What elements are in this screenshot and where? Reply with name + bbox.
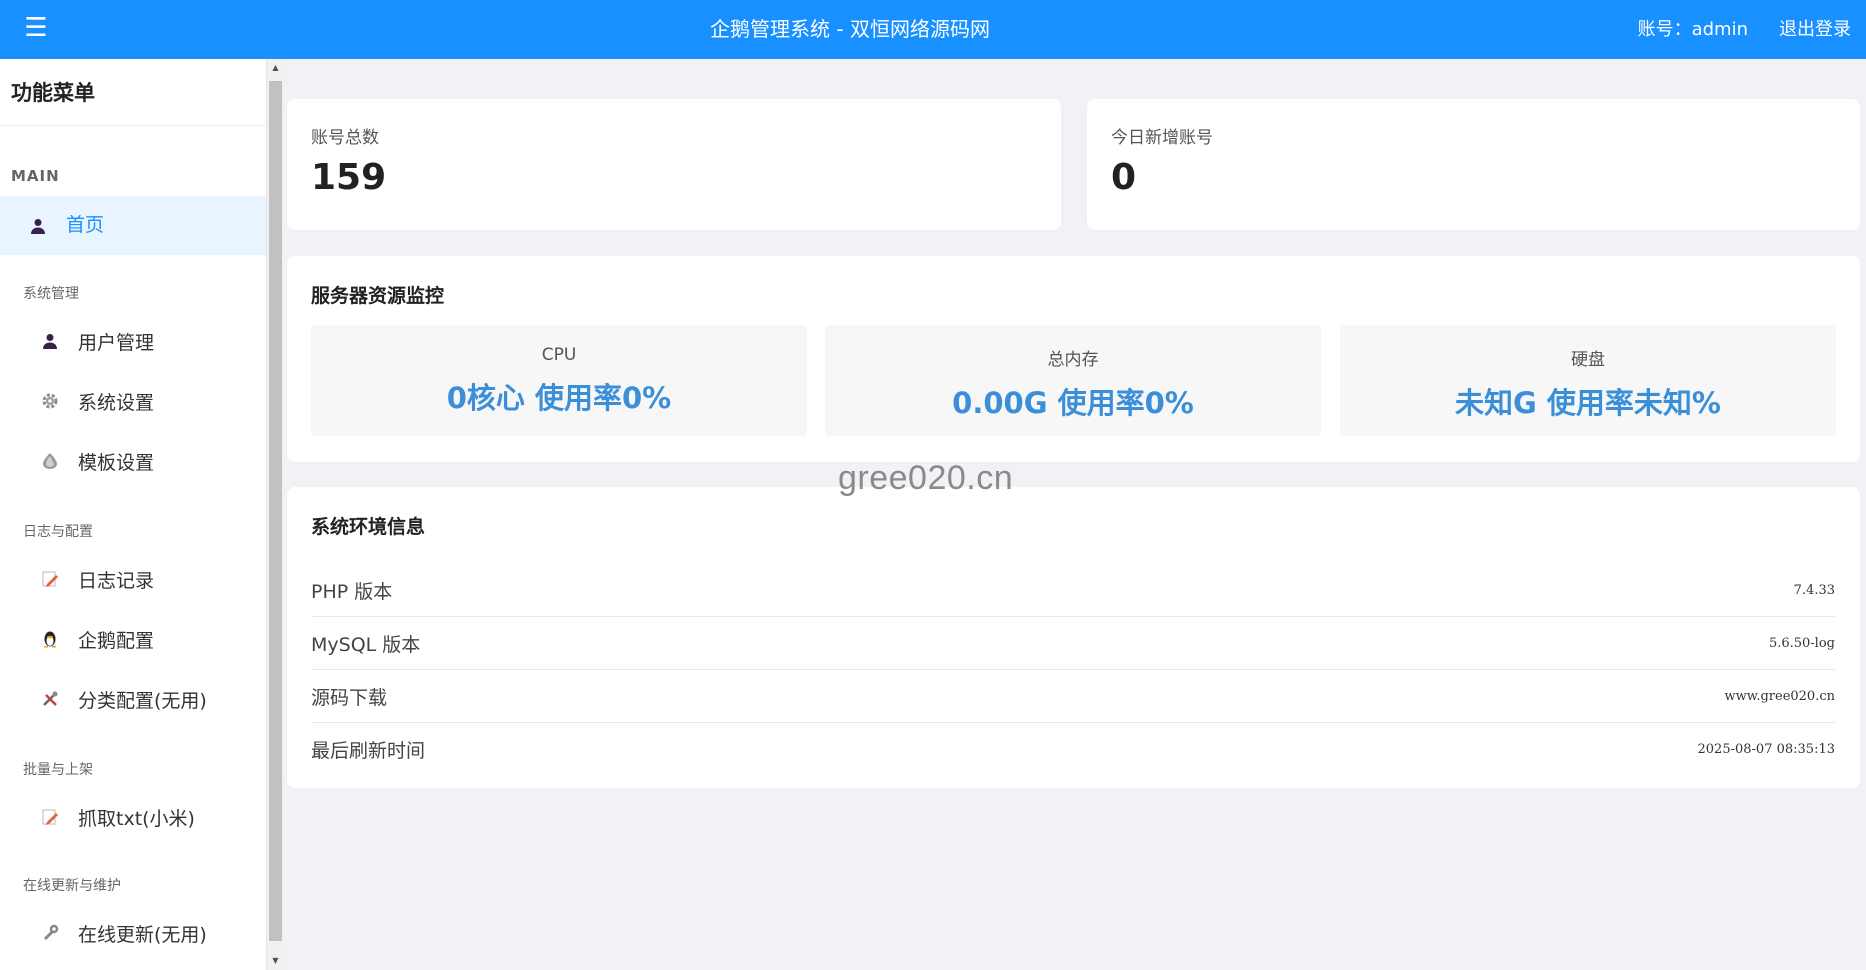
edit-icon <box>41 570 59 588</box>
penguin-icon <box>41 630 59 648</box>
stat-card-new-accounts: 今日新增账号 0 <box>1087 99 1860 230</box>
user-icon <box>29 217 47 235</box>
sidebar-group-batch: 批量与上架 <box>23 762 93 778</box>
table-row: 最后刷新时间 2025-08-07 08:35:13 <box>311 723 1835 776</box>
sidebar: 功能菜单 MAIN 首页 系统管理 用户管理 系统设置 模板设置 日志与配置 日… <box>0 59 266 970</box>
sidebar-item-label: 模板设置 <box>78 451 155 474</box>
resource-memory: 总内存 0.00G 使用率0% <box>825 325 1321 436</box>
sidebar-item-template-settings[interactable]: 模板设置 <box>0 431 266 491</box>
stat-card-total-accounts: 账号总数 159 <box>287 99 1061 230</box>
sidebar-group-logs: 日志与配置 <box>23 524 93 540</box>
resource-value: 0.00G 使用率0% <box>952 386 1194 420</box>
edit-icon <box>41 808 59 826</box>
sidebar-scrollbar[interactable]: ▲ ▼ <box>266 59 284 970</box>
app-title: 企鹅管理系统 - 双恒网络源码网 <box>710 17 990 41</box>
env-key: MySQL 版本 <box>311 633 421 656</box>
resource-cpu: CPU 0核心 使用率0% <box>311 325 807 436</box>
sidebar-item-label: 在线更新(无用) <box>78 923 207 946</box>
account-label: 账号：admin <box>1637 19 1748 40</box>
user-icon <box>41 332 59 350</box>
resource-label: CPU <box>541 345 577 365</box>
stat-label: 今日新增账号 <box>1111 128 1213 148</box>
sidebar-item-label: 抓取txt(小米) <box>78 807 195 830</box>
env-value: 2025-08-07 08:35:13 <box>1697 742 1835 757</box>
sidebar-item-user-management[interactable]: 用户管理 <box>0 311 266 371</box>
env-value: www.gree020.cn <box>1724 688 1836 704</box>
sidebar-title: 功能菜单 <box>0 59 266 126</box>
top-bar: ☰ 企鹅管理系统 - 双恒网络源码网 账号：admin 退出登录 <box>0 0 1866 59</box>
sidebar-item-logs[interactable]: 日志记录 <box>0 549 266 609</box>
sidebar-item-label: 分类配置(无用) <box>78 689 207 712</box>
table-row: 源码下载 www.gree020.cn <box>311 670 1835 723</box>
table-row: MySQL 版本 5.6.50-log <box>311 617 1835 670</box>
palette-icon <box>41 452 59 470</box>
stat-label: 账号总数 <box>311 128 379 148</box>
sidebar-item-system-settings[interactable]: 系统设置 <box>0 371 266 431</box>
sidebar-item-label: 用户管理 <box>78 331 155 354</box>
server-monitor-card: 服务器资源监控 CPU 0核心 使用率0% 总内存 0.00G 使用率0% 硬盘… <box>287 256 1860 462</box>
tools-icon <box>41 690 59 708</box>
env-value: 7.4.33 <box>1793 582 1835 598</box>
stat-value: 159 <box>311 157 387 198</box>
wrench-icon <box>41 924 59 942</box>
sidebar-item-label: 日志记录 <box>78 569 155 592</box>
sidebar-item-label: 首页 <box>66 214 105 236</box>
env-key: PHP 版本 <box>311 580 393 603</box>
sidebar-group-update: 在线更新与维护 <box>23 878 121 894</box>
system-env-card: 系统环境信息 PHP 版本 7.4.33 MySQL 版本 5.6.50-log… <box>287 487 1860 788</box>
sidebar-item-label: 系统设置 <box>78 391 155 414</box>
sidebar-item-label: 企鹅配置 <box>78 629 155 652</box>
card-title: 系统环境信息 <box>311 516 426 538</box>
stat-value: 0 <box>1111 157 1137 198</box>
env-table: PHP 版本 7.4.33 MySQL 版本 5.6.50-log 源码下载 w… <box>311 564 1835 776</box>
gear-icon <box>41 392 59 410</box>
scroll-down-arrow-icon[interactable]: ▼ <box>267 956 284 968</box>
resource-label: 总内存 <box>1047 350 1099 370</box>
resource-label: 硬盘 <box>1571 350 1605 370</box>
scroll-up-arrow-icon[interactable]: ▲ <box>267 63 284 75</box>
resource-value: 未知G 使用率未知% <box>1455 386 1721 420</box>
card-title: 服务器资源监控 <box>311 285 445 307</box>
env-value: 5.6.50-log <box>1768 635 1835 651</box>
sidebar-item-home[interactable]: 首页 <box>0 196 266 255</box>
sidebar-item-category-config[interactable]: 分类配置(无用) <box>0 669 266 729</box>
sidebar-item-online-update[interactable]: 在线更新(无用) <box>0 903 266 963</box>
resource-disk: 硬盘 未知G 使用率未知% <box>1340 325 1836 436</box>
scroll-thumb[interactable] <box>269 81 282 941</box>
env-key: 源码下载 <box>311 686 388 709</box>
table-row: PHP 版本 7.4.33 <box>311 564 1835 617</box>
resource-value: 0核心 使用率0% <box>446 381 672 415</box>
watermark: gree020.cn <box>838 459 1014 497</box>
sidebar-item-fetch-txt[interactable]: 抓取txt(小米) <box>0 787 266 847</box>
sidebar-section-main: MAIN <box>11 167 60 185</box>
sidebar-group-system: 系统管理 <box>23 286 79 302</box>
env-key: 最后刷新时间 <box>311 740 426 762</box>
sidebar-item-qq-config[interactable]: 企鹅配置 <box>0 609 266 669</box>
logout-link[interactable]: 退出登录 <box>1779 0 1851 59</box>
